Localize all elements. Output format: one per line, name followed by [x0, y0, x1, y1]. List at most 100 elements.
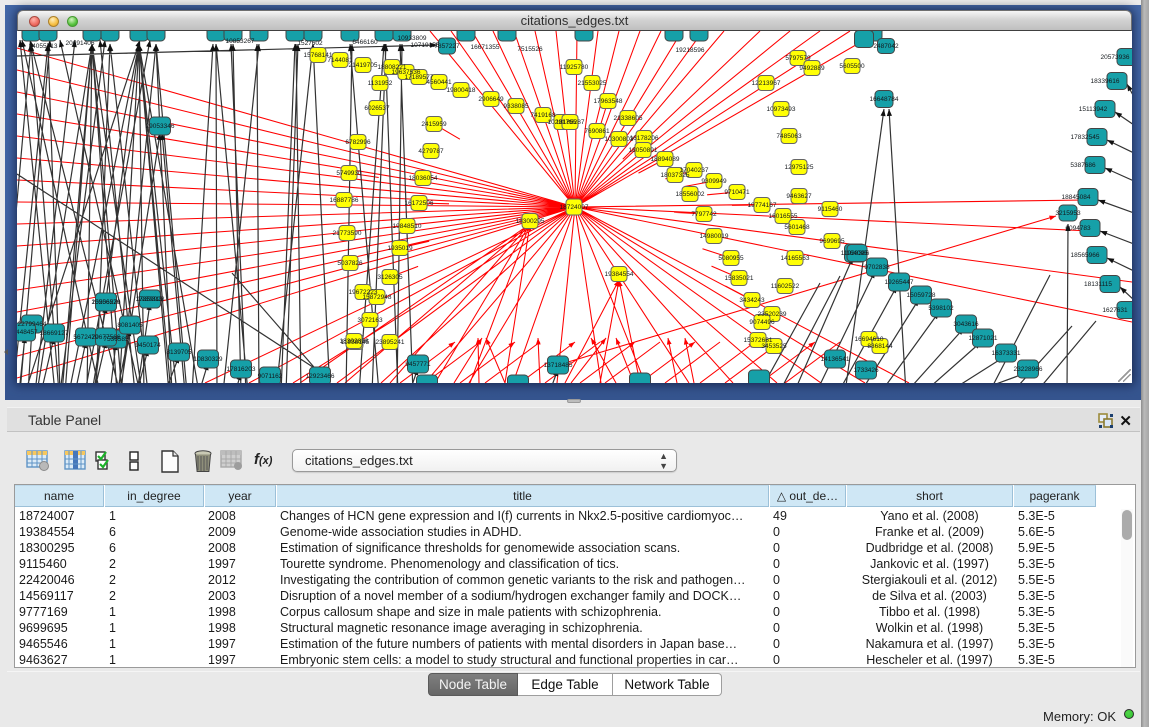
svg-text:22799464: 22799464 [18, 321, 47, 328]
svg-text:9071162: 9071162 [258, 373, 283, 380]
svg-text:17359928: 17359928 [136, 296, 165, 303]
svg-text:9115460: 9115460 [818, 206, 843, 213]
svg-text:10853267: 10853267 [226, 38, 255, 45]
svg-text:5398102: 5398102 [928, 305, 954, 312]
svg-text:4279787: 4279787 [418, 148, 444, 155]
svg-text:5797579: 5797579 [785, 55, 811, 62]
svg-text:1627631: 1627631 [1102, 307, 1128, 314]
svg-text:8081405: 8081405 [117, 322, 143, 329]
svg-text:12923466: 12923466 [306, 373, 335, 380]
svg-text:18556002: 18556002 [676, 191, 705, 198]
svg-text:9450174: 9450174 [135, 342, 161, 349]
svg-text:16694610: 16694610 [855, 336, 884, 343]
svg-text:11925780: 11925780 [560, 64, 589, 71]
svg-text:15835021: 15835021 [725, 275, 754, 282]
svg-text:16887786: 16887786 [330, 197, 359, 204]
svg-text:16178206: 16178206 [630, 135, 659, 142]
svg-text:1935019: 1935019 [387, 245, 413, 252]
svg-text:12975125: 12975125 [785, 164, 814, 171]
svg-text:3043616: 3043616 [953, 321, 979, 328]
svg-text:3215953: 3215953 [1055, 210, 1081, 217]
svg-text:19218596: 19218596 [676, 47, 705, 54]
svg-text:21419705: 21419705 [349, 62, 378, 69]
svg-text:9492889: 9492889 [799, 65, 825, 72]
svg-text:9463627: 9463627 [786, 193, 812, 200]
svg-text:9710471: 9710471 [724, 189, 750, 196]
svg-text:5387686: 5387686 [1070, 162, 1096, 169]
svg-text:4560441: 4560441 [426, 79, 452, 86]
svg-text:14136541: 14136541 [821, 356, 850, 363]
svg-text:21553025: 21553025 [578, 80, 607, 87]
svg-text:3453525: 3453525 [761, 343, 787, 350]
svg-text:18724007: 18724007 [560, 204, 589, 211]
svg-text:9699695: 9699695 [819, 238, 845, 245]
svg-text:19774167: 19774167 [748, 202, 777, 209]
svg-text:15872948: 15872948 [363, 294, 392, 301]
svg-text:9074496: 9074496 [749, 319, 775, 326]
svg-text:18845084: 18845084 [1062, 194, 1091, 201]
svg-text:12871021: 12871021 [969, 335, 998, 342]
svg-text:23228966: 23228966 [1014, 366, 1043, 373]
svg-text:6026537: 6026537 [364, 105, 390, 112]
svg-text:7485063: 7485063 [776, 133, 802, 140]
svg-text:9338085: 9338085 [503, 103, 529, 110]
svg-text:21338605: 21338605 [614, 115, 643, 122]
svg-text:3434243: 3434243 [739, 297, 765, 304]
svg-text:3126305: 3126305 [377, 274, 403, 281]
svg-text:16172506: 16172506 [405, 200, 434, 207]
svg-text:7419168: 7419168 [530, 112, 556, 119]
svg-text:9457771: 9457771 [405, 361, 431, 368]
svg-text:18339616: 18339616 [1091, 78, 1120, 85]
svg-text:10973493: 10973493 [767, 106, 796, 113]
svg-text:5080955: 5080955 [718, 255, 744, 262]
svg-text:7515526: 7515526 [517, 46, 543, 53]
svg-text:17816203: 17816203 [227, 366, 256, 373]
svg-text:7797742: 7797742 [691, 211, 717, 218]
svg-text:9702838: 9702838 [864, 264, 890, 271]
svg-text:18131115: 18131115 [1084, 281, 1112, 288]
svg-text:16373331: 16373331 [992, 350, 1021, 357]
svg-text:9309949: 9309949 [701, 178, 727, 185]
svg-text:1733426: 1733426 [853, 367, 879, 374]
svg-text:8368144: 8368144 [867, 343, 893, 350]
svg-text:14055713: 14055713 [29, 43, 58, 50]
svg-text:5601468: 5601468 [784, 224, 810, 231]
svg-text:6782996: 6782996 [345, 139, 371, 146]
svg-text:23520239: 23520239 [758, 311, 787, 318]
svg-text:18300295: 18300295 [516, 218, 545, 225]
svg-text:18037325: 18037325 [661, 172, 690, 179]
svg-text:20206576: 20206576 [92, 299, 121, 306]
svg-text:18050891: 18050891 [629, 147, 658, 154]
svg-text:1527602: 1527602 [297, 40, 323, 47]
svg-text:13718485: 13718485 [544, 362, 573, 369]
svg-text:18894089: 18894089 [651, 156, 680, 163]
svg-text:3072163: 3072163 [357, 317, 383, 324]
svg-text:10830329: 10830329 [194, 356, 223, 363]
svg-text:15059728: 15059728 [907, 292, 936, 299]
svg-text:5605500: 5605500 [839, 63, 865, 70]
svg-text:6094783: 6094783 [1065, 225, 1091, 232]
svg-text:17963548: 17963548 [594, 98, 623, 105]
svg-text:19384554: 19384554 [605, 271, 634, 278]
svg-text:16671355: 16671355 [471, 44, 500, 51]
svg-text:4448457: 4448457 [17, 329, 38, 336]
svg-text:5749930: 5749930 [336, 170, 362, 177]
svg-text:2415959: 2415959 [421, 121, 447, 128]
svg-text:19800418: 19800418 [447, 87, 476, 94]
svg-text:18565966: 18565966 [1071, 252, 1100, 259]
svg-text:16016555: 16016555 [769, 213, 798, 220]
svg-text:2487042: 2487042 [873, 43, 899, 50]
svg-text:16648784: 16648784 [870, 96, 899, 103]
svg-text:14165563: 14165563 [781, 255, 810, 262]
svg-text:7690861: 7690861 [584, 128, 610, 135]
svg-text:18036054: 18036054 [409, 175, 438, 182]
svg-text:14980019: 14980019 [700, 233, 729, 240]
svg-text:18669127: 18669127 [40, 330, 69, 337]
svg-text:21773590: 21773590 [333, 230, 362, 237]
svg-text:18185287: 18185287 [556, 119, 585, 126]
svg-text:23895241: 23895241 [376, 339, 405, 346]
svg-text:19265447: 19265447 [885, 279, 914, 286]
svg-text:17832545: 17832545 [1071, 134, 1100, 141]
svg-text:18392896: 18392896 [340, 338, 369, 345]
svg-text:10933809: 10933809 [398, 35, 427, 42]
